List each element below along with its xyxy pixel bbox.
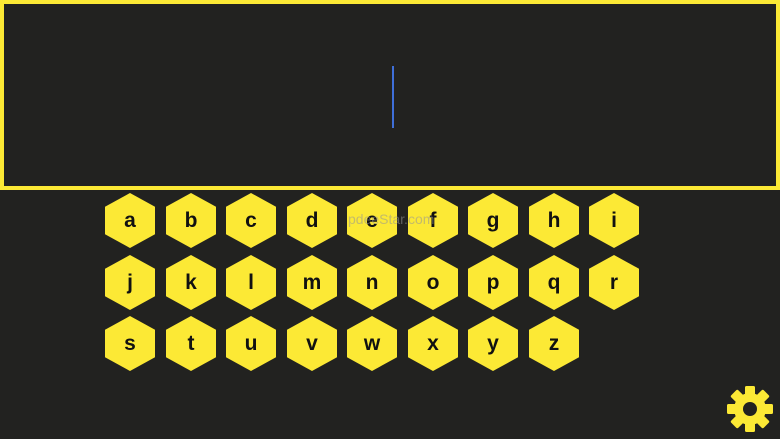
key-e[interactable]: e [347, 193, 397, 248]
key-k[interactable]: k [166, 255, 216, 310]
key-c[interactable]: c [226, 193, 276, 248]
key-b[interactable]: b [166, 193, 216, 248]
key-a[interactable]: a [105, 193, 155, 248]
key-j[interactable]: j [105, 255, 155, 310]
key-v[interactable]: v [287, 316, 337, 371]
key-q[interactable]: q [529, 255, 579, 310]
key-m[interactable]: m [287, 255, 337, 310]
key-x[interactable]: x [408, 316, 458, 371]
key-o[interactable]: o [408, 255, 458, 310]
key-r[interactable]: r [589, 255, 639, 310]
key-s[interactable]: s [105, 316, 155, 371]
settings-button[interactable] [726, 385, 774, 433]
key-l[interactable]: l [226, 255, 276, 310]
hex-keyboard: abcdefghi jklmnopqr stuvwxyz [0, 0, 780, 439]
key-h[interactable]: h [529, 193, 579, 248]
key-p[interactable]: p [468, 255, 518, 310]
key-z[interactable]: z [529, 316, 579, 371]
key-w[interactable]: w [347, 316, 397, 371]
key-g[interactable]: g [468, 193, 518, 248]
key-t[interactable]: t [166, 316, 216, 371]
key-i[interactable]: i [589, 193, 639, 248]
gear-icon [727, 386, 773, 432]
key-u[interactable]: u [226, 316, 276, 371]
key-f[interactable]: f [408, 193, 458, 248]
key-n[interactable]: n [347, 255, 397, 310]
key-y[interactable]: y [468, 316, 518, 371]
key-d[interactable]: d [287, 193, 337, 248]
